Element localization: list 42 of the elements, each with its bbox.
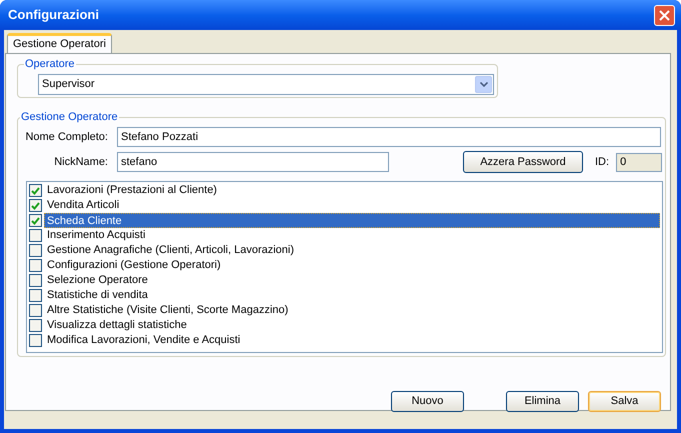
permission-item[interactable]: Configurazioni (Gestione Operatori) (44, 258, 660, 273)
checkbox[interactable] (29, 259, 42, 272)
checkbox[interactable] (29, 244, 42, 257)
field-label: Nome Completo: (24, 130, 108, 145)
group-legend: Operatore (24, 58, 76, 70)
field-label: NickName: (53, 154, 108, 170)
permission-item[interactable]: Inserimento Acquisti (44, 228, 660, 243)
checkbox[interactable] (29, 319, 42, 332)
checkbox[interactable] (29, 274, 42, 287)
operator-dropdown[interactable]: Supervisor (38, 74, 494, 95)
id-field[interactable]: 0 (616, 152, 662, 172)
checkbox[interactable] (29, 289, 42, 302)
permission-item[interactable]: Altre Statistiche (Visite Clienti, Scorte Magazzino) (44, 303, 660, 318)
reset-password-button[interactable]: Azzera Password (463, 151, 583, 173)
action-button[interactable]: Nuovo (391, 391, 464, 412)
close-icon (659, 10, 670, 20)
permission-item[interactable]: Scheda Cliente (44, 213, 660, 228)
action-button[interactable]: Salva (588, 391, 661, 412)
group-legend: Gestione Operatore (20, 111, 119, 123)
permission-item[interactable]: Modifica Lavorazioni, Vendite e Acquisti (44, 333, 660, 348)
checkbox[interactable] (29, 214, 42, 227)
window-title: Configurazioni (8, 6, 99, 24)
dropdown-button[interactable] (475, 76, 492, 93)
chevron-down-icon (480, 82, 488, 87)
permission-item[interactable]: Gestione Anagrafiche (Clienti, Articoli, Lavorazioni) (44, 243, 660, 258)
checkbox[interactable] (29, 334, 42, 347)
close-button[interactable] (654, 4, 675, 26)
permission-item[interactable]: Lavorazioni (Prestazioni al Cliente) (44, 183, 660, 198)
checkbox[interactable] (29, 199, 42, 212)
permission-item[interactable]: Vendita Articoli (44, 198, 660, 213)
checkbox[interactable] (29, 229, 42, 242)
action-button[interactable]: Elimina (506, 391, 579, 412)
field-label: ID: (595, 154, 610, 170)
tab[interactable]: Gestione Operatori (7, 33, 112, 53)
checkbox[interactable] (29, 304, 42, 317)
nickname-field[interactable]: stefano (117, 152, 389, 172)
checkbox[interactable] (29, 184, 42, 197)
permission-item[interactable]: Visualizza dettagli statistiche (44, 318, 660, 333)
permission-item[interactable]: Statistiche di vendita (44, 288, 660, 303)
name-field[interactable]: Stefano Pozzati (117, 127, 661, 147)
dropdown-value: Supervisor (42, 77, 96, 92)
permission-item[interactable]: Selezione Operatore (44, 273, 660, 288)
